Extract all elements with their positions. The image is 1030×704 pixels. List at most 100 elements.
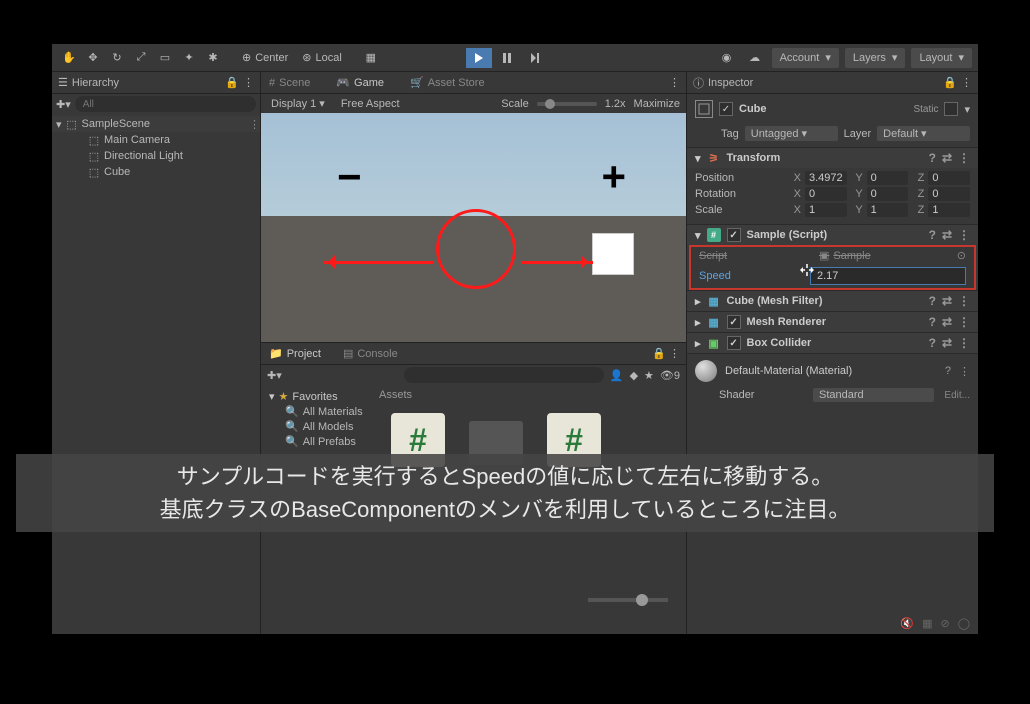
- comp-menu-icon[interactable]: ⋮: [958, 151, 970, 165]
- hierarchy-icon: ☰: [58, 76, 68, 89]
- transform-header[interactable]: ▾ ⚞ Transform ?⇄⋮: [687, 148, 978, 168]
- create-dropdown[interactable]: ✚▾: [56, 98, 71, 111]
- all-prefabs[interactable]: 🔍All Prefabs: [265, 434, 367, 449]
- footer-icon-2[interactable]: ▦: [922, 617, 932, 630]
- static-dropdown-icon[interactable]: ▾: [964, 103, 970, 116]
- custom-tool[interactable]: ✱: [202, 48, 224, 68]
- comp-menu-icon[interactable]: ⋮: [958, 228, 970, 242]
- proj-lock-icon[interactable]: 🔒 ⋮: [652, 347, 686, 360]
- static-checkbox[interactable]: [944, 102, 958, 116]
- position-z[interactable]: [928, 171, 970, 185]
- gameobject-icon[interactable]: [695, 100, 713, 118]
- position-x[interactable]: [805, 171, 847, 185]
- scale-z[interactable]: [928, 203, 970, 217]
- mat-help-icon[interactable]: ?: [945, 365, 951, 377]
- scene-row[interactable]: ▾ ⬚ SampleScene ⋮: [52, 116, 260, 132]
- sample-enabled-checkbox[interactable]: [727, 228, 741, 242]
- all-materials[interactable]: 🔍All Materials: [265, 404, 367, 419]
- account-dropdown[interactable]: Account▾: [772, 48, 839, 68]
- snap-toggle[interactable]: ▦: [360, 48, 382, 68]
- tab-asset-store[interactable]: 🛒Asset Store: [406, 76, 489, 89]
- speed-input[interactable]: [810, 267, 966, 285]
- all-models[interactable]: 🔍All Models: [265, 419, 367, 434]
- edit-button[interactable]: Edit...: [938, 390, 970, 401]
- rotation-z[interactable]: [928, 187, 970, 201]
- display-dropdown[interactable]: Display 1 ▾: [267, 97, 329, 110]
- layers-dropdown[interactable]: Layers▾: [845, 48, 906, 68]
- scale-x[interactable]: [805, 203, 847, 217]
- annotation-arrow-right: [521, 261, 593, 264]
- cloud-icon[interactable]: ☁: [744, 48, 766, 68]
- scene-menu-icon[interactable]: ⋮: [249, 118, 260, 131]
- footer-icon-1[interactable]: 🔇: [900, 617, 914, 630]
- collab-icon[interactable]: ◉: [716, 48, 738, 68]
- position-y[interactable]: [867, 171, 909, 185]
- rect-tool[interactable]: ▭: [154, 48, 176, 68]
- hierarchy-item-cube[interactable]: ⬚ Cube: [52, 164, 260, 180]
- material-section: Default-Material (Material) ? ⋮ Shader S…: [687, 353, 978, 408]
- transform-tool[interactable]: ✦: [178, 48, 200, 68]
- panel-lock-icon[interactable]: 🔒: [225, 76, 239, 89]
- tab-project[interactable]: 📁Project: [265, 347, 325, 360]
- help-icon[interactable]: ?: [929, 228, 936, 242]
- chevron-down-icon: ▾: [695, 152, 701, 165]
- hierarchy-search[interactable]: [75, 96, 256, 112]
- tab-menu-icon[interactable]: ⋮: [669, 76, 686, 89]
- shader-dropdown[interactable]: Standard: [813, 388, 934, 402]
- tag-dropdown[interactable]: Untagged ▾: [745, 126, 838, 141]
- scale-y[interactable]: [867, 203, 909, 217]
- aspect-dropdown[interactable]: Free Aspect: [337, 98, 404, 110]
- tab-scene[interactable]: #Scene: [265, 77, 314, 89]
- rotate-tool[interactable]: ↻: [106, 48, 128, 68]
- pivot-toggle[interactable]: ⊕ Center: [236, 51, 294, 64]
- step-button[interactable]: [522, 48, 548, 68]
- mat-menu-icon[interactable]: ⋮: [959, 365, 970, 378]
- project-zoom-slider[interactable]: [588, 598, 668, 602]
- preset-icon[interactable]: ⇄: [942, 151, 952, 165]
- material-preview-icon[interactable]: [695, 360, 717, 382]
- hierarchy-item-light[interactable]: ⬚ Directional Light: [52, 148, 260, 164]
- mesh-filter-header[interactable]: ▸ ▦ Cube (Mesh Filter) ?⇄⋮: [687, 291, 978, 311]
- footer-icon-3[interactable]: ⊘: [940, 617, 949, 630]
- sample-header[interactable]: ▾ # Sample (Script) ?⇄⋮: [687, 225, 978, 245]
- box-collider-header[interactable]: ▸ ▣ Box Collider ?⇄⋮: [687, 333, 978, 353]
- proj-tool-1[interactable]: 👤: [610, 369, 624, 382]
- tab-console[interactable]: ▤Console: [339, 347, 402, 360]
- preset-icon[interactable]: ⇄: [942, 228, 952, 242]
- insp-lock-icon[interactable]: 🔒: [943, 76, 957, 89]
- scale-slider[interactable]: [537, 102, 597, 106]
- proj-tool-3[interactable]: ★: [644, 369, 654, 382]
- maximize-toggle[interactable]: Maximize: [634, 98, 680, 110]
- rotation-y[interactable]: [867, 187, 909, 201]
- proj-create-dropdown[interactable]: ✚▾: [267, 369, 282, 382]
- proj-hidden-count[interactable]: 👁9: [660, 369, 680, 382]
- collider-enabled-checkbox[interactable]: [727, 336, 741, 350]
- assets-breadcrumb[interactable]: Assets: [371, 385, 686, 405]
- space-toggle[interactable]: ⊛ Local: [296, 51, 348, 64]
- hierarchy-item-camera[interactable]: ⬚ Main Camera: [52, 132, 260, 148]
- project-search[interactable]: [404, 367, 604, 383]
- panel-menu-icon[interactable]: ⋮: [243, 76, 254, 89]
- proj-tool-2[interactable]: ◆: [630, 369, 638, 382]
- layout-dropdown[interactable]: Layout▾: [911, 48, 972, 68]
- gameobject-active-checkbox[interactable]: [719, 102, 733, 116]
- hierarchy-panel: ☰ Hierarchy 🔒 ⋮ ✚▾ ▾ ⬚ SampleScene ⋮ ⬚ M…: [52, 72, 261, 634]
- renderer-enabled-checkbox[interactable]: [727, 315, 741, 329]
- footer-icon-4[interactable]: ◯: [958, 617, 970, 630]
- layer-dropdown[interactable]: Default ▾: [877, 126, 970, 141]
- object-picker-icon[interactable]: ⊙: [957, 249, 966, 262]
- speed-label[interactable]: Speed: [699, 270, 810, 282]
- hand-tool[interactable]: ✋: [58, 48, 80, 68]
- gameobject-name[interactable]: Cube: [739, 103, 767, 115]
- scale-tool[interactable]: ⤢: [130, 48, 152, 68]
- help-icon[interactable]: ?: [929, 151, 936, 165]
- annotation-arrow-left: [323, 261, 433, 264]
- insp-menu-icon[interactable]: ⋮: [961, 76, 972, 89]
- move-tool[interactable]: ✥: [82, 48, 104, 68]
- pause-button[interactable]: [494, 48, 520, 68]
- favorites-folder[interactable]: ▾★Favorites: [265, 389, 367, 404]
- play-button[interactable]: [466, 48, 492, 68]
- rotation-x[interactable]: [805, 187, 847, 201]
- mesh-renderer-header[interactable]: ▸ ▦ Mesh Renderer ?⇄⋮: [687, 312, 978, 332]
- tab-game[interactable]: 🎮Game: [332, 76, 388, 89]
